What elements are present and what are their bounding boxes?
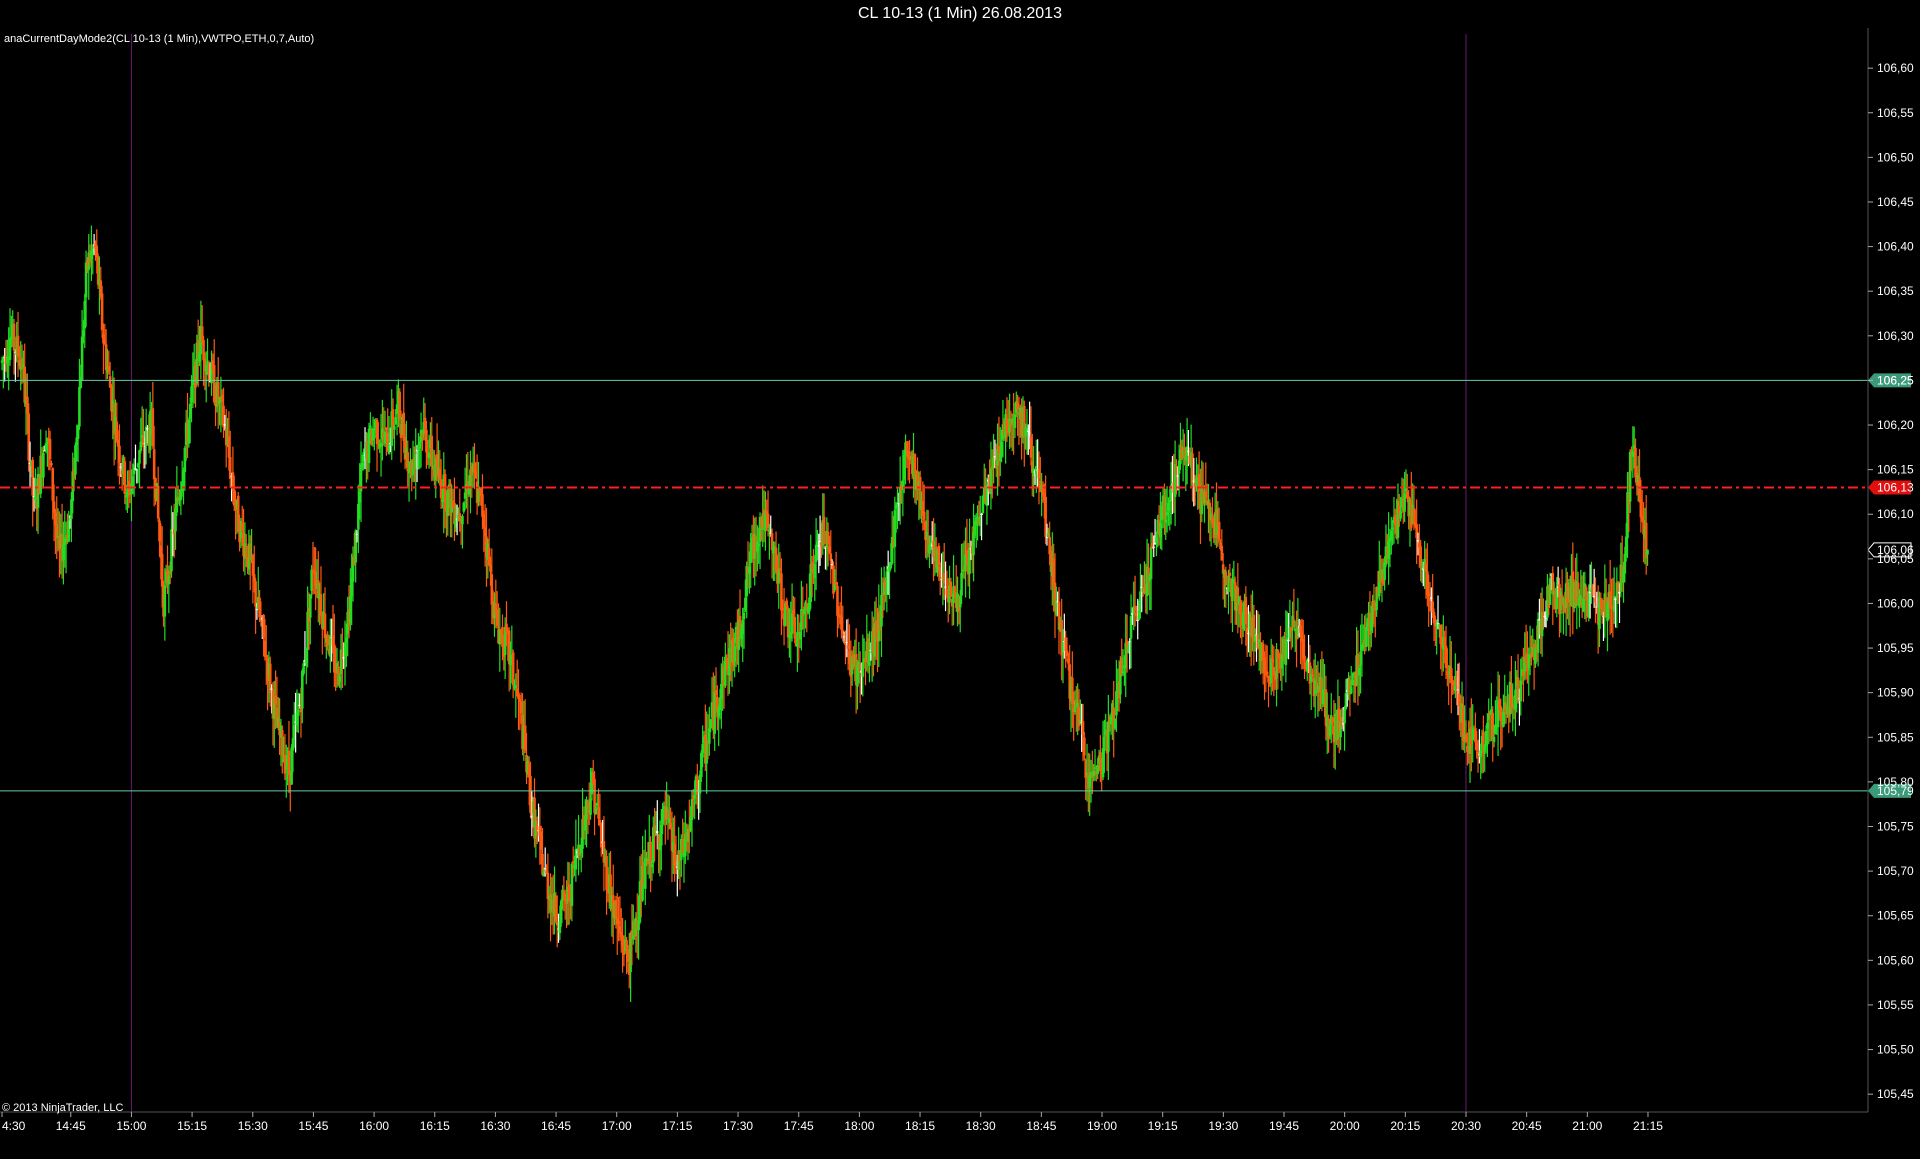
time-tick-label: 16:45 xyxy=(541,1119,571,1133)
candle-body xyxy=(300,670,304,709)
time-tick-label: 21:15 xyxy=(1633,1119,1663,1133)
price-tick-label: 106,15 xyxy=(1877,463,1914,477)
price-tick-label: 106,20 xyxy=(1877,418,1914,432)
price-tick-label: 106,30 xyxy=(1877,329,1914,343)
price-tick-label: 106,45 xyxy=(1877,195,1914,209)
time-tick-label: 17:45 xyxy=(784,1119,814,1133)
copyright-label: © 2013 NinjaTrader, LLC xyxy=(2,1102,123,1114)
time-tick-label: 18:45 xyxy=(1026,1119,1056,1133)
price-tick-label: 106,25 xyxy=(1877,373,1914,387)
price-tick-label: 105,90 xyxy=(1877,686,1914,700)
candle-body xyxy=(1343,709,1346,724)
candle-body xyxy=(1149,546,1153,580)
candle-body xyxy=(244,545,248,559)
time-tick-label: 18:15 xyxy=(905,1119,935,1133)
time-tick-label: 17:00 xyxy=(602,1119,632,1133)
time-tick-label: 19:30 xyxy=(1208,1119,1238,1133)
price-tick-label: 106,50 xyxy=(1877,150,1914,164)
candle-body xyxy=(1224,571,1228,586)
candle-body xyxy=(1349,686,1353,694)
time-tick-label: 14:45 xyxy=(56,1119,86,1133)
price-tick-label: 106,40 xyxy=(1877,240,1914,254)
time-tick-label: 18:30 xyxy=(966,1119,996,1133)
time-tick-label: 17:15 xyxy=(662,1119,692,1133)
candle-body xyxy=(742,612,746,620)
price-tick-label: 105,95 xyxy=(1877,641,1914,655)
time-tick-label: 16:30 xyxy=(480,1119,510,1133)
price-tick-label: 105,50 xyxy=(1877,1043,1914,1057)
candle-body xyxy=(296,709,300,716)
time-tick-label: 16:00 xyxy=(359,1119,389,1133)
candle-body xyxy=(1265,671,1269,675)
price-tick-label: 106,05 xyxy=(1877,552,1914,566)
candle-body xyxy=(393,426,396,430)
candle-body xyxy=(156,485,160,519)
price-tick-label: 106,00 xyxy=(1877,596,1914,610)
price-tick-label: 106,35 xyxy=(1877,284,1914,298)
candle-body xyxy=(48,439,52,460)
price-tick-label: 105,70 xyxy=(1877,864,1914,878)
candle-body xyxy=(12,323,16,351)
price-tick-label: 105,55 xyxy=(1877,998,1914,1012)
time-tick-label: 20:45 xyxy=(1512,1119,1542,1133)
time-tick-label: 19:45 xyxy=(1269,1119,1299,1133)
time-tick-label: 18:00 xyxy=(844,1119,874,1133)
price-tick-label: 105,65 xyxy=(1877,909,1914,923)
candle-body xyxy=(461,515,464,525)
time-tick-label: 4:30 xyxy=(2,1119,26,1133)
candle-body xyxy=(1103,736,1106,751)
candle-body xyxy=(42,453,45,478)
candlestick-chart[interactable]: 106,25105,79106,13106,06 106,60106,55106… xyxy=(0,28,1920,1159)
candle-body xyxy=(1152,546,1156,548)
candle-body xyxy=(1303,655,1306,661)
time-tick-label: 20:15 xyxy=(1390,1119,1420,1133)
price-tick-label: 105,80 xyxy=(1877,775,1914,789)
candle-body xyxy=(152,449,156,480)
candle-body xyxy=(1217,522,1221,541)
candle-body xyxy=(1492,737,1496,742)
candle-body xyxy=(123,461,127,494)
indicator-label: anaCurrentDayMode2(CL 10-13 (1 Min),VWTP… xyxy=(4,33,314,45)
time-tick-label: 19:00 xyxy=(1087,1119,1117,1133)
candle-body xyxy=(1228,572,1232,576)
candle-body xyxy=(163,586,167,617)
candle-body xyxy=(1646,549,1649,555)
time-tick-label: 20:30 xyxy=(1451,1119,1481,1133)
price-tick-label: 105,60 xyxy=(1877,953,1914,967)
price-tick-label: 105,45 xyxy=(1877,1087,1914,1101)
time-tick-label: 15:15 xyxy=(177,1119,207,1133)
candle-body xyxy=(118,445,121,463)
candle-body xyxy=(78,386,81,427)
price-tick-label: 106,55 xyxy=(1877,106,1914,120)
price-axis[interactable]: 106,60 106,55 106,50 106,45 106,40 106,35 106,… xyxy=(1867,28,1914,1112)
price-tag-label: 106,13 xyxy=(1877,480,1914,494)
candle-body xyxy=(134,468,137,470)
time-tick-label: 17:30 xyxy=(723,1119,753,1133)
candle-body xyxy=(589,798,592,815)
time-tick-label: 19:15 xyxy=(1148,1119,1178,1133)
time-tick-label: 21:00 xyxy=(1572,1119,1602,1133)
candle-body xyxy=(50,463,53,466)
chart-window-title: CL 10-13 (1 Min) 26.08.2013 xyxy=(0,0,1920,28)
candle-body xyxy=(1083,737,1086,756)
time-tick-label: 16:15 xyxy=(420,1119,450,1133)
candle-body xyxy=(922,511,926,520)
time-tick-label: 15:45 xyxy=(298,1119,328,1133)
candle-body xyxy=(655,831,659,833)
candle-body xyxy=(822,516,826,545)
time-axis[interactable]: 4:30 14:45 15:00 15:15 15:30 15:45 16:00 16:15 1… xyxy=(0,1111,1868,1133)
time-tick-label: 15:30 xyxy=(238,1119,268,1133)
price-tick-label: 106,60 xyxy=(1877,61,1914,75)
price-tick-label: 105,85 xyxy=(1877,730,1914,744)
time-tick-label: 20:00 xyxy=(1330,1119,1360,1133)
candle-body xyxy=(254,581,257,607)
price-tick-label: 106,10 xyxy=(1877,507,1914,521)
price-tick-label: 105,75 xyxy=(1877,820,1914,834)
time-tick-label: 15:00 xyxy=(116,1119,146,1133)
